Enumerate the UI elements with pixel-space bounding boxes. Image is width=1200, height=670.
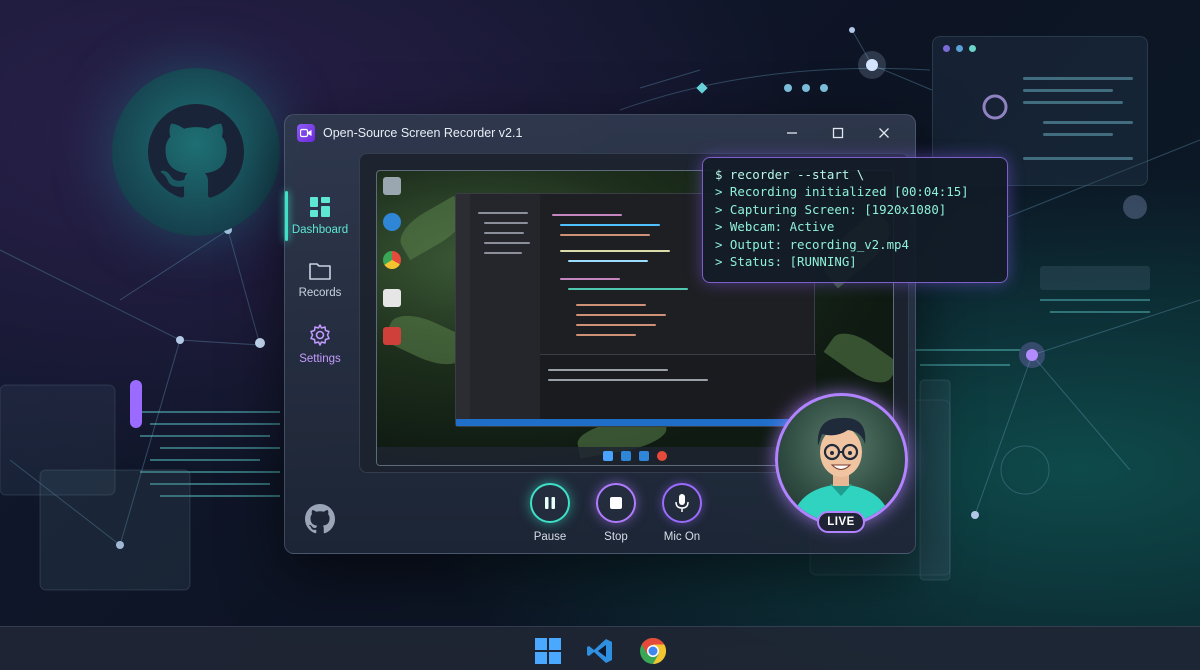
window-title: Open-Source Screen Recorder v2.1 [323,126,523,140]
microphone-icon [675,494,689,512]
document-icon [383,289,401,307]
dashboard-icon [310,197,330,217]
github-link[interactable] [305,504,335,534]
edge-icon [383,213,401,231]
app-logo-icon [297,124,315,142]
recycle-bin-icon [383,177,401,195]
pdf-icon [383,327,401,345]
webcam-overlay[interactable] [775,393,908,526]
windows-start-icon [535,638,561,664]
webcam-avatar [792,417,891,523]
minimize-button[interactable] [769,121,815,145]
vscode-taskbar-button[interactable] [586,637,614,665]
github-logo-background [112,68,280,236]
os-taskbar [0,626,1200,670]
sidebar-item-dashboard[interactable]: Dashboard [285,187,355,245]
pause-label: Pause [533,531,567,543]
sidebar-item-label: Dashboard [291,224,349,236]
vscode-icon [587,639,612,663]
pause-button[interactable]: Pause [520,483,580,543]
stop-icon [610,497,622,509]
github-icon [148,104,244,198]
close-icon [879,128,889,138]
terminal-line: $ recorder --start \ [715,167,865,182]
close-button[interactable] [861,121,907,145]
title-bar: Open-Source Screen Recorder v2.1 [285,115,915,151]
stop-button[interactable]: Stop [586,483,646,543]
gear-icon [310,324,330,346]
terminal-line: > Webcam: Active [715,219,835,235]
terminal-line: > Output: recording_v2.mp4 [715,236,909,252]
chrome-icon [640,637,667,665]
chrome-taskbar-button[interactable] [639,637,667,665]
terminal-line: > Capturing Screen: [1920x1080] [715,201,947,217]
window-controls [769,121,907,145]
minimize-icon [787,132,797,134]
mic-toggle-button[interactable]: Mic On [652,483,712,543]
windows-start-button[interactable] [534,637,562,665]
terminal-overlay: $ recorder --start \ > Recording initial… [702,157,1008,283]
mic-label: Mic On [663,531,701,543]
terminal-line: > Status: [RUNNING] [715,253,857,269]
sidebar-item-settings[interactable]: Settings [285,315,355,373]
pause-icon [545,497,555,509]
camera-icon [300,128,312,138]
sidebar-item-label: Settings [299,353,341,365]
sidebar-item-label: Records [298,287,342,299]
live-badge: LIVE [817,511,865,533]
maximize-button[interactable] [815,121,861,145]
maximize-icon [832,127,844,139]
sidebar: Dashboard Records Settings [285,187,355,537]
folder-icon [309,263,331,280]
sidebar-item-records[interactable]: Records [285,251,355,309]
terminal-line: > Recording initialized [00:04:15] [715,184,969,200]
stop-label: Stop [604,531,628,543]
github-icon [305,504,335,534]
chrome-icon [383,251,401,269]
